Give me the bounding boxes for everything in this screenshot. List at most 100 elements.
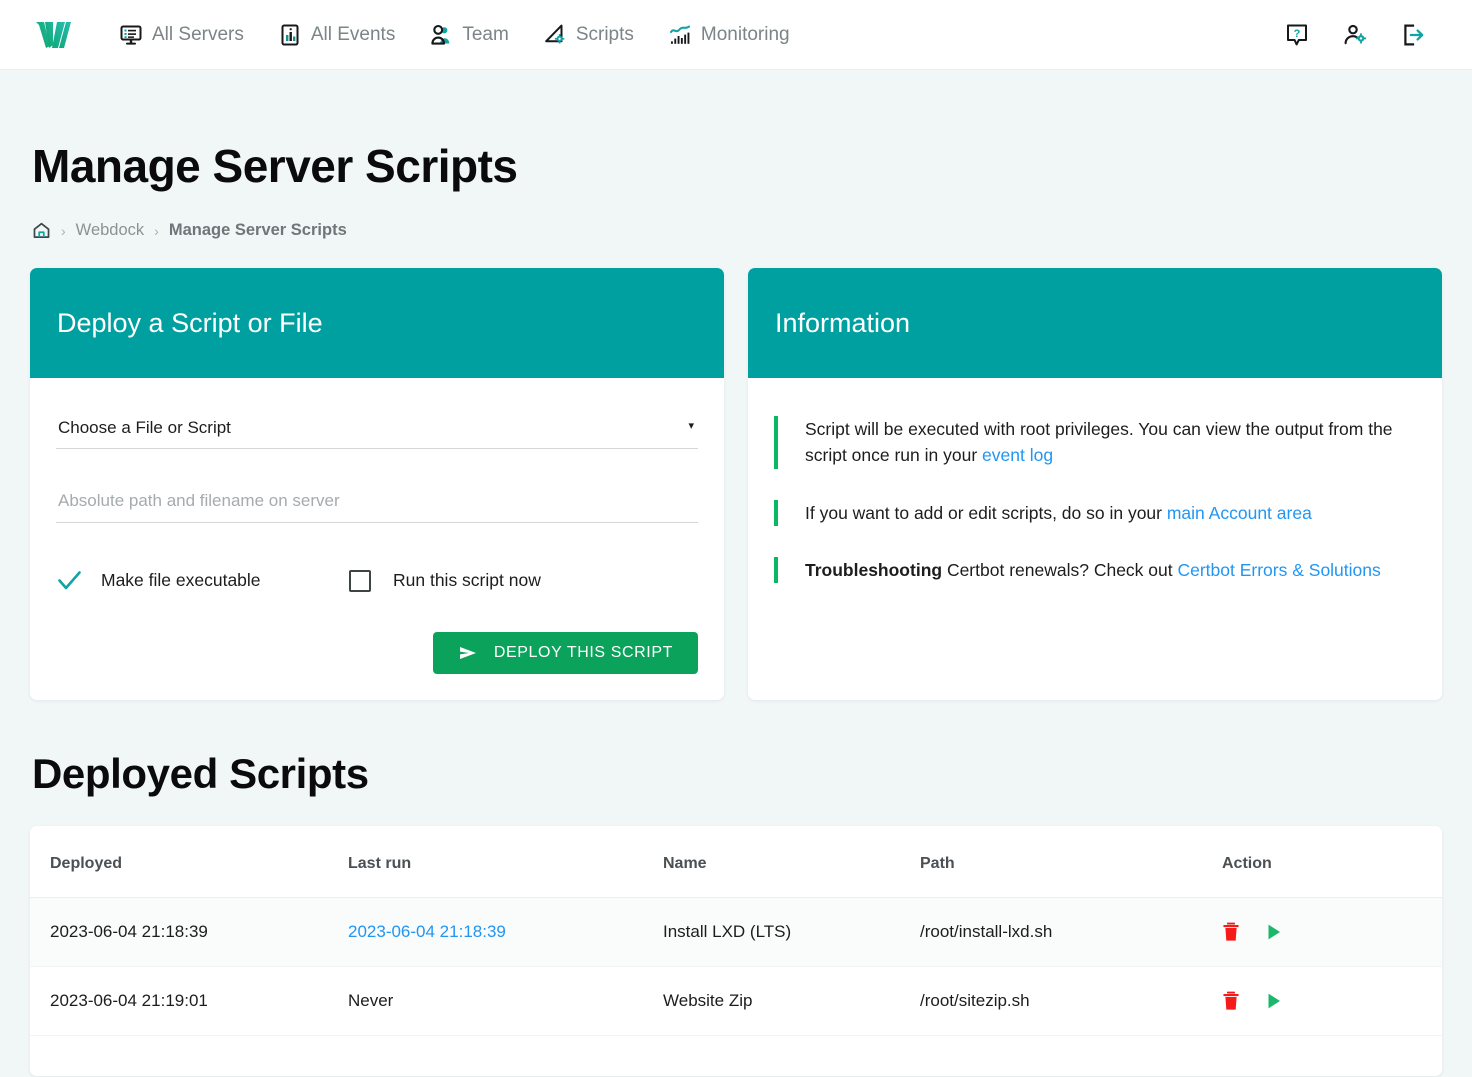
users-icon xyxy=(431,24,450,45)
nav-label: All Servers xyxy=(152,23,244,45)
column-header-action: Action xyxy=(1222,826,1442,898)
deploy-options: Make file executable Run this script now xyxy=(56,567,698,594)
information-list: Script will be executed with root privil… xyxy=(774,412,1416,583)
information-card-header: Information xyxy=(748,268,1442,378)
nav-item-all-events[interactable]: All Events xyxy=(261,0,412,70)
breadcrumb-item-current: Manage Server Scripts xyxy=(168,221,347,239)
breadcrumb-home-link[interactable] xyxy=(32,221,51,240)
nav-label: Team xyxy=(462,23,509,45)
information-card-title: Information xyxy=(775,307,911,338)
logout-button[interactable] xyxy=(1400,22,1426,48)
nav-item-scripts[interactable]: Scripts xyxy=(526,0,651,70)
table-row: 2023-06-04 21:18:39 2023-06-04 21:18:39 … xyxy=(30,897,1442,967)
information-item: Troubleshooting Certbot renewals? Check … xyxy=(774,556,1416,583)
nav-item-team[interactable]: Team xyxy=(412,0,525,70)
breadcrumb-separator: › xyxy=(61,222,66,239)
breadcrumb: › Webdock › Manage Server Scripts xyxy=(32,221,1442,240)
cell-path: /root/install-lxd.sh xyxy=(920,897,1222,967)
information-text: Script will be executed with root privil… xyxy=(805,419,1393,466)
table-row: 2023-06-04 21:19:01 Never Website Zip /r… xyxy=(30,966,1442,1036)
page-content: Manage Server Scripts › Webdock › Manage… xyxy=(0,139,1472,1076)
main-account-area-link[interactable]: main Account area xyxy=(1167,503,1312,523)
primary-nav: All Servers All Events Team Scripts Moni… xyxy=(102,0,807,70)
send-icon xyxy=(459,647,476,659)
column-header-name: Name xyxy=(663,826,920,898)
script-gear-icon xyxy=(545,24,565,43)
cell-path: /root/sitezip.sh xyxy=(920,966,1222,1036)
deploy-this-script-button[interactable]: DEPLOY THIS SCRIPT xyxy=(432,632,698,674)
information-text: If you want to add or edit scripts, do s… xyxy=(805,502,1167,523)
last-run-link[interactable]: 2023-06-04 21:18:39 xyxy=(348,922,506,941)
nav-label: Scripts xyxy=(575,23,634,45)
column-header-deployed: Deployed xyxy=(30,826,348,898)
information-item: Script will be executed with root privil… xyxy=(774,416,1416,469)
deploy-card-header: Deploy a Script or File xyxy=(30,268,724,378)
nav-item-monitoring[interactable]: Monitoring xyxy=(651,0,807,70)
cell-actions xyxy=(1222,897,1442,967)
webdock-logo[interactable] xyxy=(30,15,74,55)
cell-deployed: 2023-06-04 21:19:01 xyxy=(30,966,348,1036)
cell-actions xyxy=(1222,966,1442,1036)
nav-label: Monitoring xyxy=(700,23,790,45)
nav-label: All Events xyxy=(310,23,396,45)
cell-deployed: 2023-06-04 21:18:39 xyxy=(30,897,348,967)
row-actions xyxy=(1222,991,1442,1011)
nav-item-all-servers[interactable]: All Servers xyxy=(102,0,261,70)
troubleshooting-label: Troubleshooting xyxy=(805,559,943,580)
table-head: Deployed Last run Name Path Action xyxy=(30,826,1442,898)
breadcrumb-item-webdock[interactable]: Webdock xyxy=(76,221,144,240)
home-icon xyxy=(33,222,50,239)
help-icon: ? xyxy=(1287,24,1307,45)
deployed-scripts-title: Deployed Scripts xyxy=(32,750,369,797)
checkbox-label: Make file executable xyxy=(101,570,261,590)
user-settings-button[interactable] xyxy=(1342,22,1368,48)
column-header-path: Path xyxy=(920,826,1222,898)
monitoring-chart-icon xyxy=(669,25,690,44)
cell-last-run: Never xyxy=(348,966,663,1036)
delete-script-button[interactable] xyxy=(1222,922,1240,942)
run-script-button[interactable] xyxy=(1266,923,1282,941)
absolute-path-input[interactable] xyxy=(56,485,698,523)
deploy-button-row: DEPLOY THIS SCRIPT xyxy=(56,632,698,674)
svg-text:?: ? xyxy=(1294,27,1301,39)
deploy-card-title: Deploy a Script or File xyxy=(57,307,323,338)
row-actions xyxy=(1222,922,1442,942)
deploy-script-card: Deploy a Script or File Choose a File or… xyxy=(30,268,724,700)
information-card-body: Script will be executed with root privil… xyxy=(748,378,1442,609)
information-item: If you want to add or edit scripts, do s… xyxy=(774,499,1416,526)
logout-icon xyxy=(1404,24,1424,45)
path-input-field xyxy=(56,485,698,523)
cards-row: Deploy a Script or File Choose a File or… xyxy=(30,268,1442,700)
run-icon xyxy=(1268,993,1280,1009)
checkbox-make-file-executable[interactable]: Make file executable xyxy=(56,567,346,594)
cell-last-run: 2023-06-04 21:18:39 xyxy=(348,897,663,967)
column-header-last-run: Last run xyxy=(348,826,663,898)
checkbox-label: Run this script now xyxy=(393,570,541,590)
event-log-link[interactable]: event log xyxy=(982,445,1053,465)
checkbox-empty-box-icon xyxy=(349,569,371,592)
information-card: Information Script will be executed with… xyxy=(748,268,1442,700)
breadcrumb-separator: › xyxy=(154,222,159,239)
bar-chart-square-icon xyxy=(281,24,299,45)
top-navigation-bar: All Servers All Events Team Scripts Moni… xyxy=(0,0,1472,70)
information-text: Certbot renewals? Check out xyxy=(942,559,1178,580)
user-settings-icon xyxy=(1344,24,1367,44)
checkmark-icon xyxy=(58,571,81,590)
webdock-logo-icon xyxy=(36,21,71,48)
nav-right-actions: ? xyxy=(1284,22,1446,48)
checkbox-run-this-script-now[interactable]: Run this script now xyxy=(346,569,541,592)
table-body: 2023-06-04 21:18:39 2023-06-04 21:18:39 … xyxy=(30,897,1442,1036)
deploy-button-label: DEPLOY THIS SCRIPT xyxy=(493,644,673,661)
cell-name: Website Zip xyxy=(663,966,920,1036)
help-button[interactable]: ? xyxy=(1284,22,1310,48)
delete-script-button[interactable] xyxy=(1222,991,1240,1011)
script-select-field: Choose a File or Script ▾ xyxy=(56,412,698,449)
run-script-button[interactable] xyxy=(1266,992,1282,1010)
run-icon xyxy=(1268,924,1280,940)
delete-icon xyxy=(1223,991,1239,1010)
page-title: Manage Server Scripts xyxy=(32,140,518,192)
certbot-errors-link[interactable]: Certbot Errors & Solutions xyxy=(1177,560,1380,580)
script-select[interactable]: Choose a File or Script xyxy=(56,412,698,449)
deployed-scripts-card: Deployed Last run Name Path Action 2023-… xyxy=(30,826,1442,1076)
deploy-card-body: Choose a File or Script ▾ Make file exec… xyxy=(30,378,724,700)
